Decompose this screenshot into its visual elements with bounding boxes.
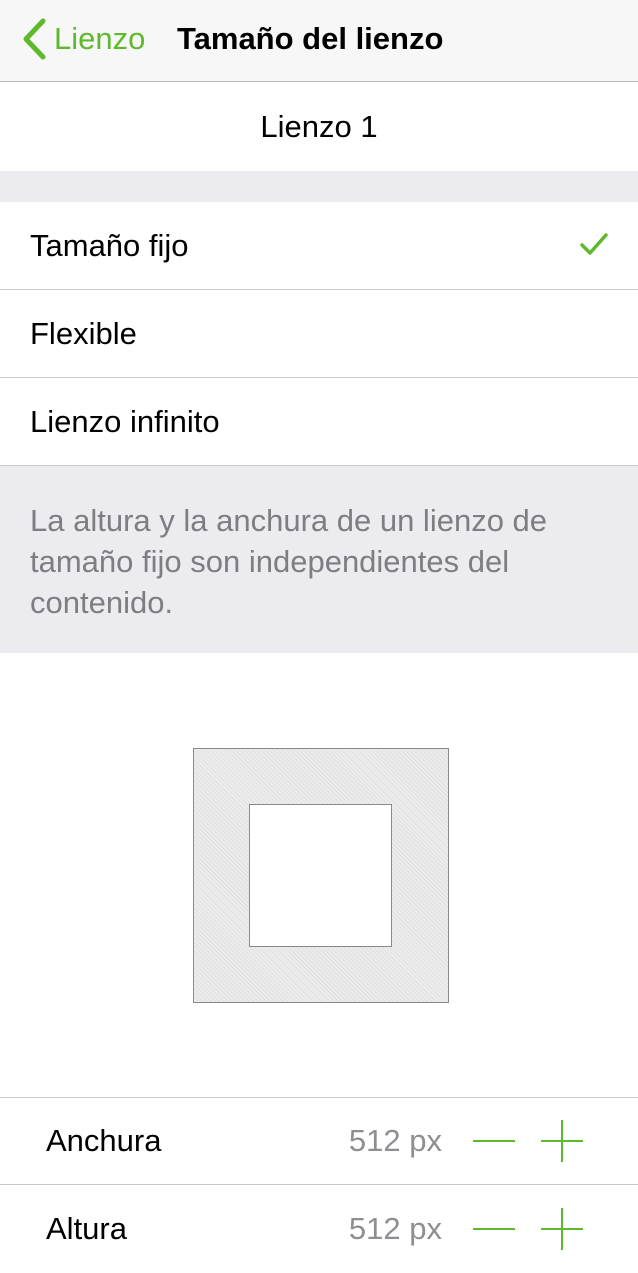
option-label: Tamaño fijo: [30, 228, 189, 263]
width-value[interactable]: 512 px: [349, 1097, 442, 1185]
plus-icon: [541, 1120, 583, 1162]
page-title: Tamaño del lienzo: [177, 21, 444, 56]
section-gap: [0, 171, 638, 202]
option-infinite-canvas[interactable]: Lienzo infinito: [0, 378, 638, 466]
option-fixed-size[interactable]: Tamaño fijo: [0, 202, 638, 290]
width-label: Anchura: [46, 1123, 162, 1158]
height-label: Altura: [46, 1211, 127, 1246]
back-button[interactable]: Lienzo: [22, 18, 145, 60]
canvas-preview-content: [249, 804, 392, 947]
navigation-bar: Lienzo Tamaño del lienzo: [0, 0, 638, 82]
height-decrement-button[interactable]: [472, 1207, 516, 1251]
width-row: Anchura 512 px: [0, 1097, 638, 1185]
canvas-preview-outer: [193, 748, 449, 1003]
minus-icon: [473, 1228, 515, 1230]
back-button-label: Lienzo: [54, 21, 146, 56]
minus-icon: [473, 1140, 515, 1142]
plus-icon: [541, 1208, 583, 1250]
width-decrement-button[interactable]: [472, 1119, 516, 1163]
chevron-left-icon: [22, 18, 46, 60]
height-increment-button[interactable]: [540, 1207, 584, 1251]
height-value[interactable]: 512 px: [349, 1185, 442, 1273]
canvas-preview: [0, 653, 638, 1097]
width-increment-button[interactable]: [540, 1119, 584, 1163]
height-row: Altura 512 px: [0, 1185, 638, 1273]
option-label: Flexible: [30, 316, 137, 351]
canvas-name-field[interactable]: Lienzo 1: [0, 82, 638, 171]
option-label: Lienzo infinito: [30, 404, 220, 439]
option-flexible[interactable]: Flexible: [0, 290, 638, 378]
section-footer-description: La altura y la anchura de un lienzo de t…: [0, 466, 638, 653]
checkmark-icon: [580, 232, 608, 261]
